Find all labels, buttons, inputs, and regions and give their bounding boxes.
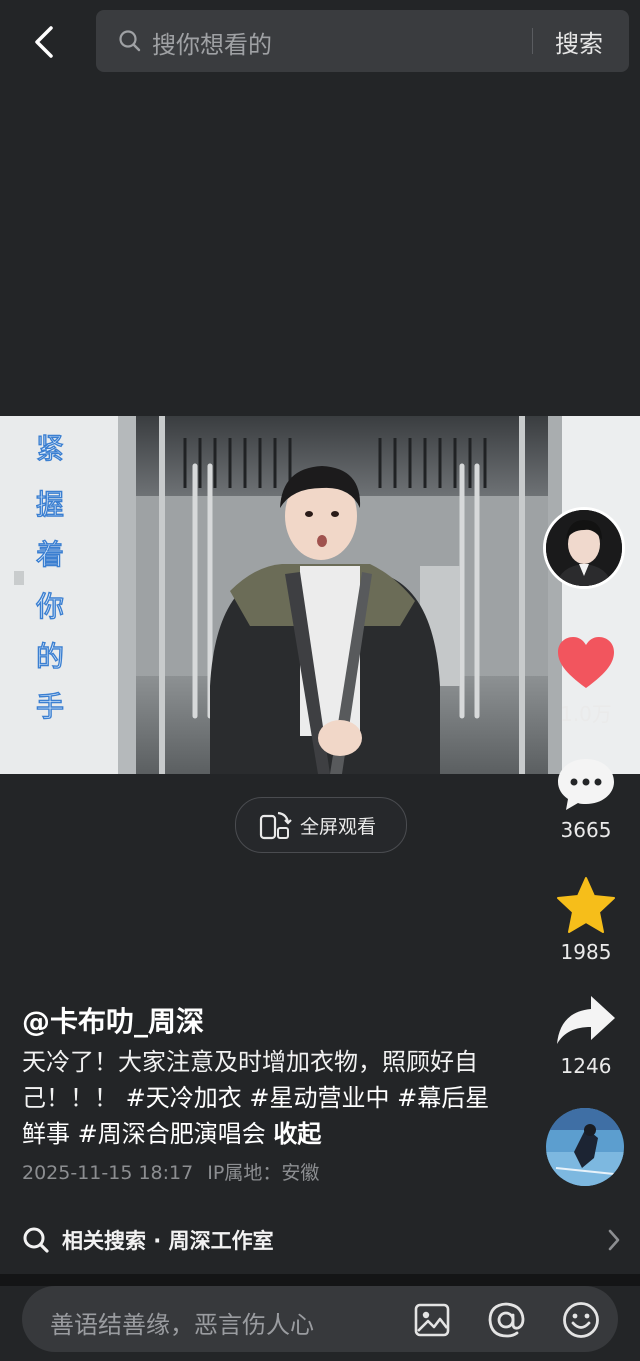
image-button[interactable] [412,1300,452,1340]
search-divider [532,28,533,54]
mention-button[interactable] [486,1300,526,1340]
favorite-button[interactable]: 1985 [546,876,626,964]
search-input[interactable]: 搜你想看的 [152,25,272,60]
heart-icon [558,637,614,688]
fullscreen-label: 全屏观看 [300,815,377,838]
image-icon [414,1303,450,1337]
avatar-image [546,510,622,586]
share-button[interactable]: 1246 [546,994,626,1078]
chevron-left-icon [35,26,53,58]
music-cover-image [546,1108,624,1186]
hashtag[interactable]: #天冷加衣 [126,1084,242,1112]
comment-input-bar[interactable]: 善语结善缘，恶言伤人心 [22,1286,618,1352]
overlay-char: 着 [36,538,64,571]
hashtag[interactable]: #周深合肥演唱会 [78,1120,266,1148]
overlay-char: 紧 [36,432,64,465]
related-search-label: 相关搜索 · 周深工作室 [62,1229,274,1253]
search-icon [23,1227,49,1253]
overlay-char: 手 [36,690,64,723]
author-avatar[interactable] [543,507,625,589]
comment-button[interactable]: 3665 [546,756,626,842]
star-icon [557,877,615,933]
chevron-right-icon [608,1229,620,1251]
emoji-smile-icon [563,1302,599,1338]
share-count: 1246 [560,1054,612,1078]
search-button[interactable]: 搜索 [555,24,603,59]
video-detail-screen: 搜你想看的 搜索 紧 握 着 你 的 手 全屏观看 1.0万 3665 1985… [0,0,640,1361]
post-timestamp: 2025-11-15 18:17 [22,1162,194,1184]
search-bar[interactable]: 搜你想看的 搜索 [96,10,629,72]
overlay-char: 的 [36,640,64,673]
search-icon [119,30,141,52]
share-arrow-icon [557,996,615,1044]
at-mention-icon [488,1302,525,1338]
like-button[interactable]: 1.0万 [546,636,626,727]
divider [0,1274,640,1286]
favorite-count: 1985 [560,940,612,964]
post-caption: 天冷了！大家注意及时增加衣物，照顾好自己！！！ #天冷加衣 #星动营业中 #幕后… [22,1044,502,1152]
like-count: 1.0万 [560,702,612,726]
ip-location: IP属地：安徽 [207,1162,320,1184]
post-meta: 2025-11-15 18:17 IP属地：安徽 [22,1158,319,1185]
video-frame: 紧 握 着 你 的 手 [0,416,640,774]
collapse-link[interactable]: 收起 [273,1120,321,1148]
music-disc[interactable] [546,1108,624,1186]
related-search-bar[interactable]: 相关搜索 · 周深工作室 [22,1222,622,1258]
fullscreen-rotate-icon [259,811,292,840]
emoji-button[interactable] [561,1300,601,1340]
video-player[interactable]: 紧 握 着 你 的 手 [0,416,640,774]
comment-input[interactable]: 善语结善缘，恶言伤人心 [50,1305,314,1340]
overlay-char: 你 [36,590,64,623]
overlay-char: 握 [36,488,64,521]
comment-count: 3665 [560,818,612,842]
author-name[interactable]: @卡布叻_周深 [22,1000,204,1040]
back-button[interactable] [22,20,66,64]
fullscreen-button[interactable]: 全屏观看 [235,797,407,853]
hashtag[interactable]: #星动营业中 [249,1084,389,1112]
comment-bubble-icon [558,759,614,810]
